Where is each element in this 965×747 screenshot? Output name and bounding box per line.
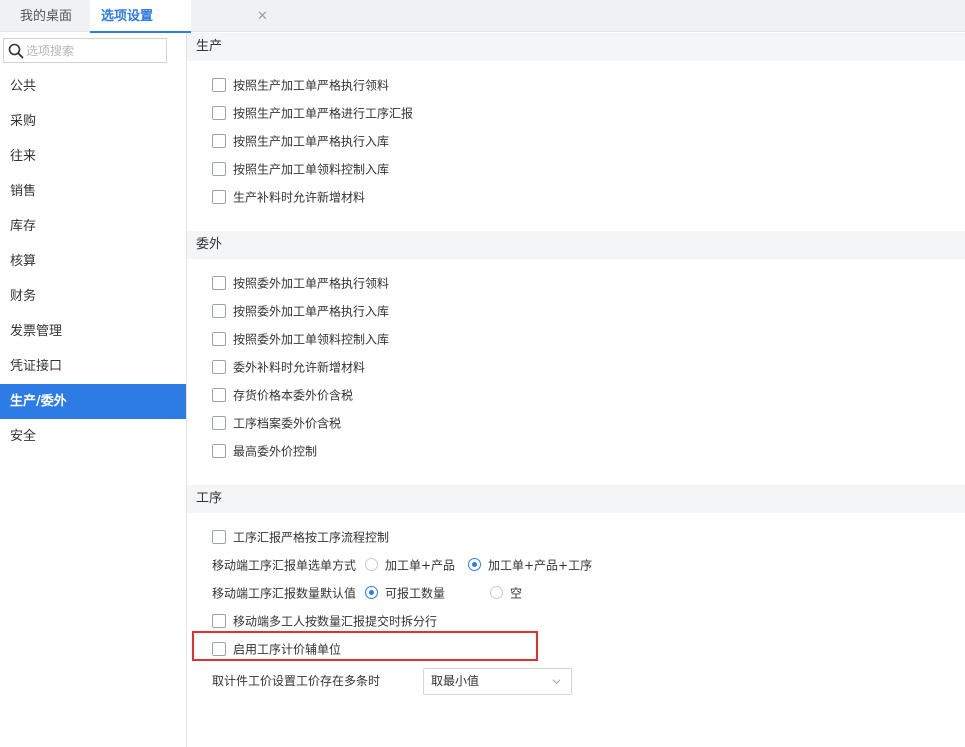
option-label: 按照委外加工单严格执行入库 [233,305,389,319]
option-row[interactable]: 工序档案委外价含税 [212,413,341,433]
radio-label: 空 [510,587,522,601]
radio-option[interactable]: 加工单+产品+工序 [468,555,592,576]
sidebar-nav: 公共 采购 往来 销售 库存 核算 财务 发票管理 凭证接口 生产/委外 安全 [0,69,186,454]
checkbox[interactable] [212,530,226,544]
checkbox[interactable] [212,78,226,92]
option-label: 工序汇报严格按工序流程控制 [233,531,389,545]
sidebar-item-security[interactable]: 安全 [0,419,186,454]
option-label: 存货价格本委外价含税 [233,389,353,403]
option-row[interactable]: 移动端多工人按数量汇报提交时拆分行 [212,611,437,631]
option-label: 按照生产加工单严格进行工序汇报 [233,107,413,121]
option-row[interactable]: 最高委外价控制 [212,441,317,461]
option-row-aux-unit[interactable]: 启用工序计价辅单位 [212,639,341,659]
checkbox[interactable] [212,388,226,402]
section-header-outsourcing: 委外 [187,231,965,259]
checkbox[interactable] [212,360,226,374]
option-row[interactable]: 存货价格本委外价含税 [212,385,353,405]
option-row[interactable]: 工序汇报严格按工序流程控制 [212,527,389,547]
tab-option-settings[interactable]: 选项设置 ✕ [90,0,191,33]
checkbox[interactable] [212,134,226,148]
radio-button[interactable] [365,558,378,571]
option-row[interactable]: 按照生产加工单严格执行领料 [212,75,389,95]
option-label: 移动端工序汇报单选单方式 [212,559,356,573]
radio-option[interactable]: 加工单+产品 [365,555,455,576]
radio-label: 加工单+产品 [385,559,455,573]
sidebar-item-invoice[interactable]: 发票管理 [0,314,186,349]
checkbox[interactable] [212,444,226,458]
sidebar-item-purchase[interactable]: 采购 [0,104,186,139]
mobile-select-mode-row: 移动端工序汇报单选单方式 加工单+产品 加工单+产品+工序 [212,555,772,575]
option-label: 按照委外加工单严格执行领料 [233,277,389,291]
section-header-process: 工序 [187,485,965,513]
checkbox[interactable] [212,190,226,204]
option-label: 委外补料时允许新增材料 [233,361,365,375]
sidebar-item-accounts[interactable]: 往来 [0,139,186,174]
option-row[interactable]: 按照委外加工单严格执行领料 [212,273,389,293]
checkbox[interactable] [212,332,226,346]
option-label: 移动端工序汇报数量默认值 [212,587,356,601]
option-label: 工序档案委外价含税 [233,417,341,431]
radio-option[interactable]: 可报工数量 [365,583,445,604]
option-row[interactable]: 委外补料时允许新增材料 [212,357,365,377]
section-header-production: 生产 [187,33,965,61]
sidebar-item-sales[interactable]: 销售 [0,174,186,209]
radio-button[interactable] [468,558,481,571]
option-label: 生产补料时允许新增材料 [233,191,365,205]
sidebar-item-voucher[interactable]: 凭证接口 [0,349,186,384]
radio-label: 加工单+产品+工序 [488,559,592,573]
option-row[interactable]: 生产补料时允许新增材料 [212,187,365,207]
option-label: 启用工序计价辅单位 [233,643,341,657]
sidebar-item-costing[interactable]: 核算 [0,244,186,279]
tab-my-desktop[interactable]: 我的桌面 [20,0,72,32]
chevron-down-icon [552,677,561,686]
option-label: 按照生产加工单严格执行入库 [233,135,389,149]
search-icon [8,43,24,59]
checkbox[interactable] [212,614,226,628]
piece-price-label: 取计件工价设置工价存在多条时 [212,671,380,691]
checkbox[interactable] [212,304,226,318]
checkbox[interactable] [212,276,226,290]
close-icon[interactable]: ✕ [257,0,268,34]
sidebar-item-finance[interactable]: 财务 [0,279,186,314]
option-row[interactable]: 按照委外加工单领料控制入库 [212,329,389,349]
piece-price-select[interactable]: 取最小值 [423,668,572,695]
settings-panel: 生产 按照生产加工单严格执行领料 按照生产加工单严格进行工序汇报 按照生产加工单… [187,33,965,747]
sidebar-item-public[interactable]: 公共 [0,69,186,104]
checkbox[interactable] [212,416,226,430]
checkbox[interactable] [212,106,226,120]
radio-option[interactable]: 空 [490,583,522,604]
option-row[interactable]: 按照委外加工单严格执行入库 [212,301,389,321]
option-row[interactable]: 按照生产加工单严格执行入库 [212,131,389,151]
option-label: 移动端多工人按数量汇报提交时拆分行 [233,615,437,629]
sidebar: 公共 采购 往来 销售 库存 核算 财务 发票管理 凭证接口 生产/委外 安全 [0,33,187,747]
tab-option-settings-label: 选项设置 [101,9,153,24]
sidebar-item-inventory[interactable]: 库存 [0,209,186,244]
select-value: 取最小值 [431,674,479,688]
mobile-default-qty-row: 移动端工序汇报数量默认值 可报工数量 空 [212,583,772,603]
radio-button[interactable] [365,586,378,599]
search-input[interactable] [26,41,164,61]
search-box [3,38,167,63]
option-label: 按照生产加工单严格执行领料 [233,79,389,93]
option-row[interactable]: 按照生产加工单严格进行工序汇报 [212,103,413,123]
tab-bar: 我的桌面 选项设置 ✕ [0,0,965,32]
radio-button[interactable] [490,586,503,599]
option-row[interactable]: 按照生产加工单领料控制入库 [212,159,389,179]
checkbox[interactable] [212,642,226,656]
checkbox[interactable] [212,162,226,176]
sidebar-item-production-outsourcing[interactable]: 生产/委外 [0,384,186,419]
radio-label: 可报工数量 [385,587,445,601]
option-label: 最高委外价控制 [233,445,317,459]
option-label: 按照生产加工单领料控制入库 [233,163,389,177]
option-label: 按照委外加工单领料控制入库 [233,333,389,347]
